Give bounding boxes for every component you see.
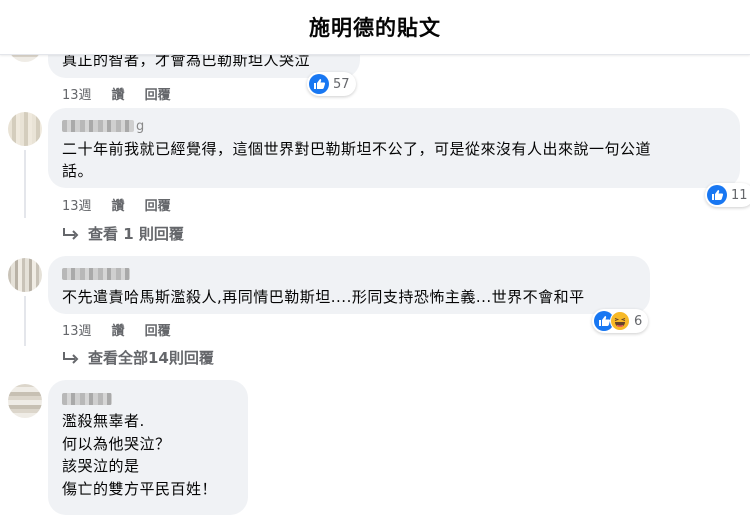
reaction-summary[interactable]: 57 [307,72,356,96]
reply-arrow-icon [63,351,79,364]
reply-button[interactable]: 回覆 [145,84,171,103]
post-header: 施明德的貼文 [0,0,750,55]
like-button[interactable]: 讚 [112,84,125,103]
comment-text: 二十年前我就已經覺得，這個世界對巴勒斯坦不公了，可是從來沒有人出來說一句公道 話… [62,140,652,180]
commenter-name[interactable] [62,120,134,132]
reply-button[interactable]: 回覆 [145,320,171,339]
thread-line [24,296,26,346]
comment-text: 濫殺無辜者. 何以為他哭泣？ 該哭泣的是 傷亡的雙方平民百姓！ [62,412,218,498]
reaction-count: 11 [731,187,748,203]
comment-time[interactable]: 13週 [62,320,92,339]
comment-time[interactable]: 13週 [62,195,92,214]
view-replies-label: 查看 1 則回覆 [88,225,184,243]
avatar[interactable] [8,112,42,146]
view-replies-label: 查看全部14則回覆 [88,349,214,367]
reaction-count: 57 [333,76,350,92]
reaction-count: 6 [634,313,643,329]
avatar[interactable] [8,384,42,418]
like-button[interactable]: 讚 [112,195,125,214]
commenter-name-suffix: g [136,119,145,134]
commenter-name[interactable] [62,268,130,280]
like-button[interactable]: 讚 [112,320,125,339]
thread-line [24,150,26,218]
comment-time[interactable]: 13週 [62,84,92,103]
reply-button[interactable]: 回覆 [145,195,171,214]
reply-arrow-icon [63,227,79,240]
commenter-name[interactable] [62,393,112,405]
comment-actions: 13週 讚 回覆 [62,195,171,214]
reaction-summary[interactable]: 6 [592,309,649,333]
reaction-summary[interactable]: 11 [705,183,750,207]
page-title: 施明德的貼文 [309,16,441,40]
comment-text: 不先遣責哈馬斯濫殺人,再同情巴勒斯坦....形同支持恐怖主義...世界不會和平 [62,288,585,306]
comment-actions: 13週 讚 回覆 [62,84,171,103]
like-icon [309,74,329,94]
view-replies-link[interactable]: 查看全部14則回覆 [62,347,214,368]
comment-actions: 13週 讚 回覆 [62,320,171,339]
avatar[interactable] [8,258,42,292]
view-replies-link[interactable]: 查看 1 則回覆 [62,223,184,244]
haha-icon [610,311,630,331]
like-icon [707,185,727,205]
